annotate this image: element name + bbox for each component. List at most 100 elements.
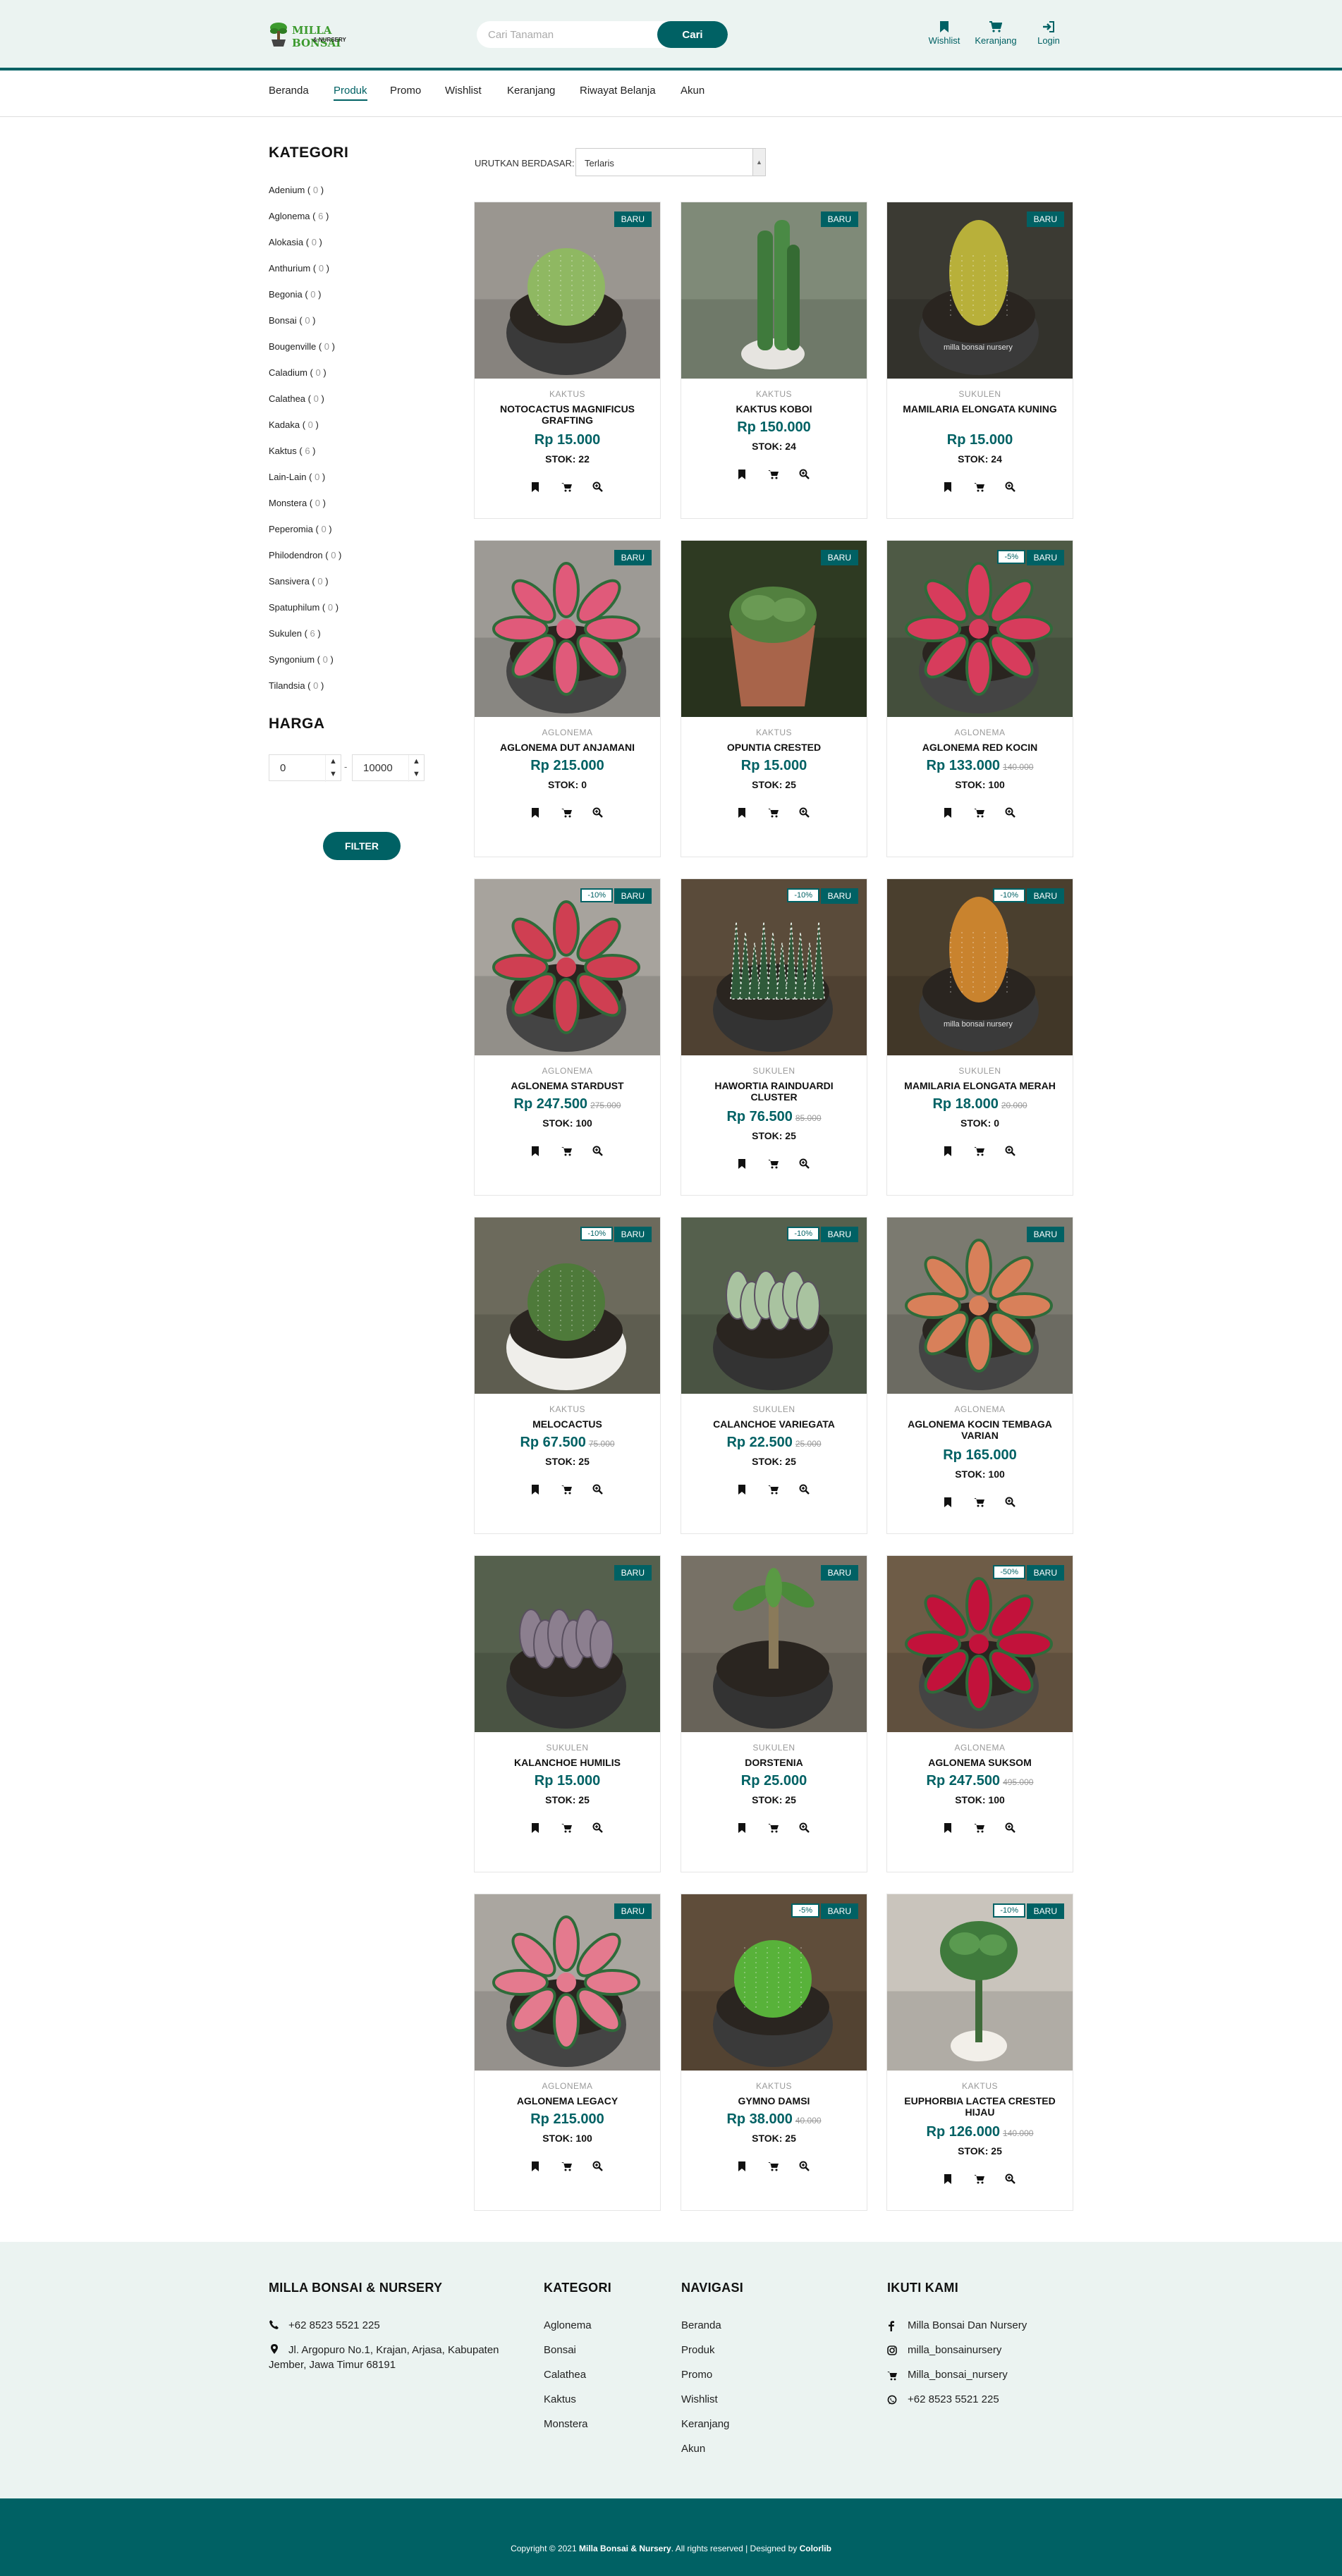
login-link[interactable]: Login [1033, 21, 1064, 46]
site-logo[interactable]: MILLA BONSAI & NURSERY [269, 21, 367, 49]
category-item-kaktus[interactable]: Kaktus ( 6 ) [269, 446, 316, 456]
category-item-aglonema[interactable]: Aglonema ( 6 ) [269, 211, 329, 221]
add-to-cart-button[interactable] [768, 1158, 781, 1171]
add-to-wishlist-button[interactable] [943, 1497, 956, 1509]
add-to-wishlist-button[interactable] [943, 2173, 956, 2186]
product-name[interactable]: AGLONEMA DUT ANJAMANI [489, 742, 646, 753]
product-name[interactable]: AGLONEMA KOCIN TEMBAGA VARIAN [901, 1418, 1059, 1441]
product-image[interactable] [475, 1218, 660, 1394]
footer-nav-link[interactable]: Produk [681, 2344, 715, 2356]
footer-kategori-link[interactable]: Bonsai [544, 2344, 576, 2356]
category-item-calathea[interactable]: Calathea ( 0 ) [269, 393, 324, 404]
category-item-adenium[interactable]: Adenium ( 0 ) [269, 185, 324, 195]
footer-kategori-link[interactable]: Aglonema [544, 2319, 592, 2331]
product-image[interactable] [475, 541, 660, 717]
category-item-syngonium[interactable]: Syngonium ( 0 ) [269, 654, 334, 665]
product-name[interactable]: CALANCHOE VARIEGATA [695, 1418, 853, 1430]
category-item-monstera[interactable]: Monstera ( 0 ) [269, 498, 326, 508]
nav-riwayat-belanja[interactable]: Riwayat Belanja [580, 85, 656, 99]
product-image[interactable] [475, 1894, 660, 2071]
category-item-bonsai[interactable]: Bonsai ( 0 ) [269, 315, 316, 326]
nav-keranjang[interactable]: Keranjang [507, 85, 555, 99]
nav-wishlist[interactable]: Wishlist [445, 85, 482, 99]
category-item-alokasia[interactable]: Alokasia ( 0 ) [269, 237, 322, 247]
category-item-lain-lain[interactable]: Lain-Lain ( 0 ) [269, 472, 325, 482]
price-min-field[interactable]: 0 ▲ ▼ [269, 754, 341, 782]
nav-beranda[interactable]: Beranda [269, 85, 309, 99]
category-item-tilandsia[interactable]: Tilandsia ( 0 ) [269, 680, 324, 691]
product-card[interactable]: BARU KAKTUS KAKTUS KOBOI Rp 150.000 STOK: 24 [681, 202, 867, 519]
product-card[interactable]: BARU -5% KAKTUS GYMNO DAMSI Rp 38.000 40.000 S… [681, 1894, 867, 2211]
add-to-cart-button[interactable] [561, 807, 574, 820]
add-to-cart-button[interactable] [768, 1822, 781, 1835]
product-image[interactable] [475, 1556, 660, 1732]
designer-link[interactable]: Colorlib [800, 2544, 831, 2553]
nav-akun[interactable]: Akun [681, 85, 704, 99]
product-image[interactable] [681, 1556, 867, 1732]
quick-view-button[interactable] [592, 1484, 605, 1497]
add-to-cart-button[interactable] [768, 469, 781, 482]
product-name[interactable]: AGLONEMA SUKSOM [901, 1757, 1059, 1768]
add-to-wishlist-button[interactable] [530, 1146, 543, 1158]
add-to-cart-button[interactable] [768, 807, 781, 820]
footer-nav-link[interactable]: Wishlist [681, 2393, 718, 2405]
product-card[interactable]: BARU SUKULEN KALANCHOE HUMILIS Rp 15.000 STO… [474, 1555, 661, 1872]
add-to-cart-button[interactable] [768, 1484, 781, 1497]
nav-produk[interactable]: Produk [334, 85, 367, 101]
product-name[interactable]: KAKTUS KOBOI [695, 403, 853, 415]
add-to-cart-button[interactable] [974, 1497, 987, 1509]
add-to-wishlist-button[interactable] [737, 1158, 750, 1171]
category-item-philodendron[interactable]: Philodendron ( 0 ) [269, 550, 341, 560]
quick-view-button[interactable] [592, 1146, 605, 1158]
footer-nav-link[interactable]: Akun [681, 2443, 705, 2455]
quick-view-button[interactable] [799, 1484, 812, 1497]
product-name[interactable]: AGLONEMA RED KOCIN [901, 742, 1059, 753]
product-name[interactable]: AGLONEMA LEGACY [489, 2095, 646, 2106]
category-item-caladium[interactable]: Caladium ( 0 ) [269, 367, 327, 378]
add-to-wishlist-button[interactable] [737, 807, 750, 820]
add-to-wishlist-button[interactable] [530, 2161, 543, 2173]
product-image[interactable] [681, 1218, 867, 1394]
quick-view-button[interactable] [1005, 1146, 1018, 1158]
product-card[interactable]: BARU AGLONEMA AGLONEMA LEGACY Rp 215.000 STO… [474, 1894, 661, 2211]
add-to-wishlist-button[interactable] [530, 807, 543, 820]
price-max-field[interactable]: 10000 ▲ ▼ [352, 754, 425, 782]
product-card[interactable]: BARU -5% AGLONEMA AGLONEMA RED KOCIN Rp 133.… [886, 540, 1073, 857]
add-to-wishlist-button[interactable] [530, 1822, 543, 1835]
product-name[interactable]: KALANCHOE HUMILIS [489, 1757, 646, 1768]
quick-view-button[interactable] [799, 1822, 812, 1835]
product-name[interactable]: MELOCACTUS [489, 1418, 646, 1430]
product-name[interactable]: MAMILARIA ELONGATA KUNING [901, 403, 1059, 415]
product-card[interactable]: BARU -10% KAKTUS MELOCACTUS Rp 67.500 75.000 S… [474, 1217, 661, 1534]
category-item-sukulen[interactable]: Sukulen ( 6 ) [269, 628, 321, 639]
product-card[interactable]: BARU -10% AGLONEMA AGLONEMA STARDUST Rp 247.… [474, 878, 661, 1196]
product-card[interactable]: BARU KAKTUS OPUNTIA CRESTED Rp 15.000 STOK: … [681, 540, 867, 857]
cart-link[interactable]: Keranjang [972, 21, 1019, 46]
product-name[interactable]: AGLONEMA STARDUST [489, 1080, 646, 1091]
quick-view-button[interactable] [1005, 1822, 1018, 1835]
category-item-begonia[interactable]: Begonia ( 0 ) [269, 289, 321, 300]
product-image[interactable] [887, 202, 1073, 379]
add-to-cart-button[interactable] [974, 1146, 987, 1158]
product-image[interactable] [475, 879, 660, 1055]
sort-select[interactable]: Terlaris ▲ [575, 148, 766, 176]
footer-social-link[interactable]: Milla Bonsai Dan Nursery [908, 2319, 1027, 2331]
add-to-wishlist-button[interactable] [737, 2161, 750, 2173]
quick-view-button[interactable] [1005, 2173, 1018, 2186]
add-to-wishlist-button[interactable] [530, 1484, 543, 1497]
product-name[interactable]: NOTOCACTUS MAGNIFICUS GRAFTING [489, 403, 646, 426]
product-card[interactable]: BARU -50% AGLONEMA AGLONEMA SUKSOM Rp 247.50… [886, 1555, 1073, 1872]
add-to-wishlist-button[interactable] [737, 469, 750, 482]
category-item-anthurium[interactable]: Anthurium ( 0 ) [269, 263, 329, 274]
product-image[interactable] [681, 879, 867, 1055]
quick-view-button[interactable] [1005, 1497, 1018, 1509]
add-to-wishlist-button[interactable] [737, 1822, 750, 1835]
footer-nav-link[interactable]: Beranda [681, 2319, 721, 2331]
product-image[interactable] [887, 879, 1073, 1055]
product-image[interactable] [887, 1556, 1073, 1732]
quick-view-button[interactable] [592, 1822, 605, 1835]
add-to-cart-button[interactable] [768, 2161, 781, 2173]
product-card[interactable]: BARU KAKTUS NOTOCACTUS MAGNIFICUS GRAFTING… [474, 202, 661, 519]
quick-view-button[interactable] [799, 807, 812, 820]
product-image[interactable] [681, 541, 867, 717]
